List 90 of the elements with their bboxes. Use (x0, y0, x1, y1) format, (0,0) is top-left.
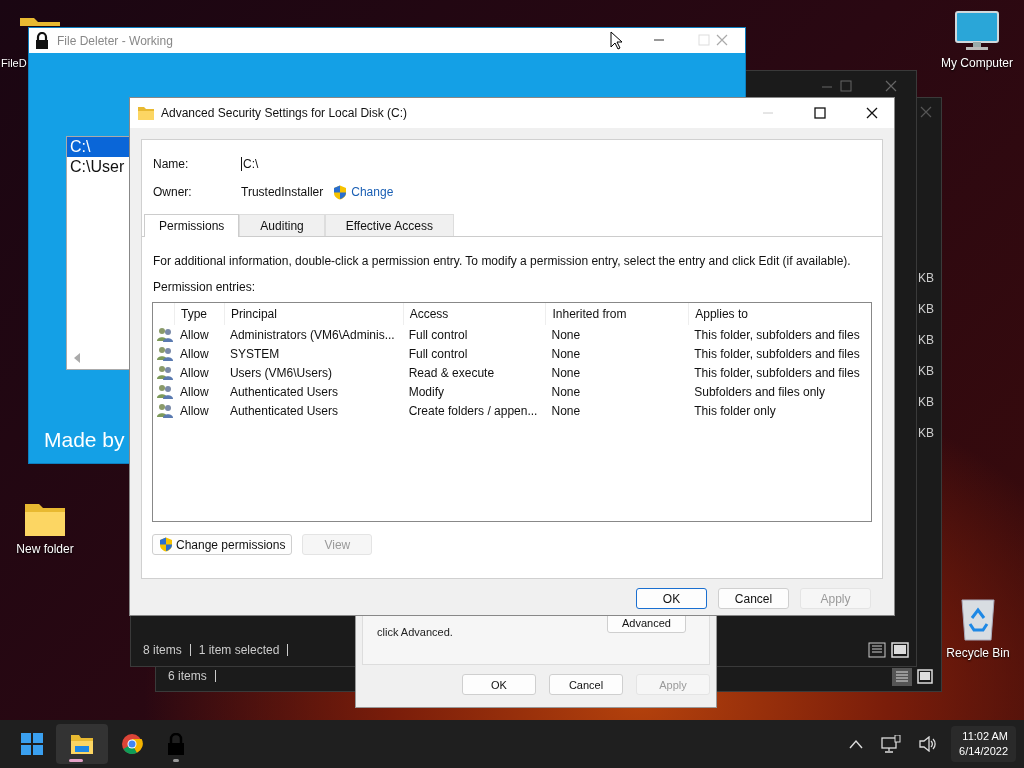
preview-view-icon[interactable] (916, 668, 934, 686)
file-size: KB (918, 333, 934, 347)
table-cell-text: None (550, 384, 582, 399)
shield-icon (333, 184, 348, 200)
table-cell-text: Create folders / appen... (407, 403, 539, 418)
table-cell-text: This folder, subfolders and files (693, 365, 861, 380)
users-icon (157, 384, 173, 399)
dialog-button[interactable]: Cancel (549, 674, 623, 695)
column-header[interactable]: Type (174, 303, 224, 325)
users-icon (157, 327, 173, 342)
start-icon (21, 733, 43, 755)
action-button[interactable]: Change permissions (152, 534, 293, 555)
table-cell-text: None (550, 365, 582, 380)
window-title: Advanced Security Settings for Local Disk (C:) (161, 106, 408, 120)
field-label: Name: (153, 157, 190, 171)
name-field[interactable]: C:\ (241, 157, 259, 171)
credit-text: Made by (44, 428, 125, 452)
shield-icon (159, 537, 173, 552)
users-icon (157, 403, 173, 418)
section-label: Permission entries: (153, 280, 257, 294)
field-label: Owner: (153, 185, 193, 199)
time-text: 11:02 AM (962, 729, 1008, 744)
tab[interactable]: Auditing (239, 214, 325, 236)
maximize-icon[interactable] (814, 107, 826, 119)
users-icon (157, 346, 173, 361)
table-cell-text: None (550, 327, 582, 342)
padlock-icon (35, 32, 49, 49)
table-cell-text: Allow (179, 365, 210, 380)
file-size: KB (918, 426, 934, 440)
file-size: KB (918, 395, 934, 409)
column-header[interactable]: Inherited from (545, 303, 689, 325)
status-text: 1 item selected (198, 643, 280, 657)
folder-icon (138, 106, 154, 120)
table-cell-text: Allow (179, 403, 210, 418)
table-cell-text: Authenticated Users (228, 403, 339, 418)
details-view-icon[interactable] (868, 642, 886, 658)
tab[interactable]: Permissions (144, 214, 240, 237)
table-cell-text: This folder only (693, 403, 777, 418)
network-icon[interactable] (881, 735, 902, 753)
padlock-icon (167, 733, 185, 755)
table-cell-text: Administrators (VM6\Adminis... (228, 327, 396, 342)
column-header[interactable]: Access (402, 303, 546, 325)
window-title: File Deleter - Working (57, 33, 173, 48)
folder-icon (70, 733, 94, 755)
change-link[interactable]: Change (333, 184, 394, 200)
volume-icon[interactable] (919, 736, 938, 752)
table-cell-text: Allow (179, 327, 210, 342)
table-cell-text: Allow (179, 384, 210, 399)
browser-icon (121, 733, 143, 755)
taskbar-app[interactable] (56, 724, 108, 764)
table-cell-text: Read & execute (407, 365, 496, 380)
column-header[interactable]: Applies to (688, 303, 871, 325)
desktop-icon-label[interactable]: New folder (16, 542, 74, 556)
info-text: For additional information, double-click a permission entry. To modify a permission entry, select the entry and click Edit (if available). (153, 254, 852, 268)
table-cell-text: SYSTEM (228, 346, 281, 361)
table-cell-text: Allow (179, 346, 210, 361)
table-cell-text: None (550, 346, 582, 361)
file-size: KB (918, 271, 934, 285)
status-text: 8 items (143, 643, 182, 657)
owner-text: TrustedInstaller (241, 185, 324, 199)
date-text: 6/14/2022 (959, 744, 1008, 759)
desktop-icon-label[interactable]: FileD (1, 57, 27, 69)
mouse-pointer-icon (610, 31, 622, 50)
table-cell-text: Full control (407, 327, 469, 342)
table-cell-text: Subfolders and files only (693, 384, 826, 399)
desktop-icon-label[interactable]: Recycle Bin (946, 646, 1010, 660)
table-cell-text: Modify (407, 384, 445, 399)
recycle-bin-icon[interactable] (959, 596, 997, 642)
table-cell-text: None (550, 403, 582, 418)
dialog-button[interactable]: OK (462, 674, 536, 695)
file-size: KB (918, 364, 934, 378)
desktop-icon-label[interactable]: My Computer (941, 56, 1013, 70)
table-cell-text: This folder, subfolders and files (693, 327, 861, 342)
preview-view-icon[interactable] (891, 642, 909, 658)
status-text: 6 items (168, 669, 207, 683)
table-cell-text: Users (VM6\Users) (228, 365, 333, 380)
table-cell-text: Authenticated Users (228, 384, 339, 399)
instruction-text: click Advanced. (377, 626, 453, 638)
file-size: KB (918, 302, 934, 316)
tab[interactable]: Effective Access (324, 214, 454, 236)
column-header[interactable]: Principal (223, 303, 403, 325)
table-cell-text: Full control (407, 346, 469, 361)
chevron-up-icon[interactable] (849, 739, 864, 749)
clock[interactable]: 11:02 AM 6/14/2022 (951, 726, 1016, 762)
close-icon[interactable] (866, 107, 878, 119)
table-cell-text: This folder, subfolders and files (693, 346, 861, 361)
users-icon (157, 365, 173, 380)
monitor-icon[interactable] (954, 10, 1000, 52)
dialog-button[interactable]: Cancel (718, 588, 789, 609)
dialog-button[interactable]: OK (636, 588, 707, 609)
